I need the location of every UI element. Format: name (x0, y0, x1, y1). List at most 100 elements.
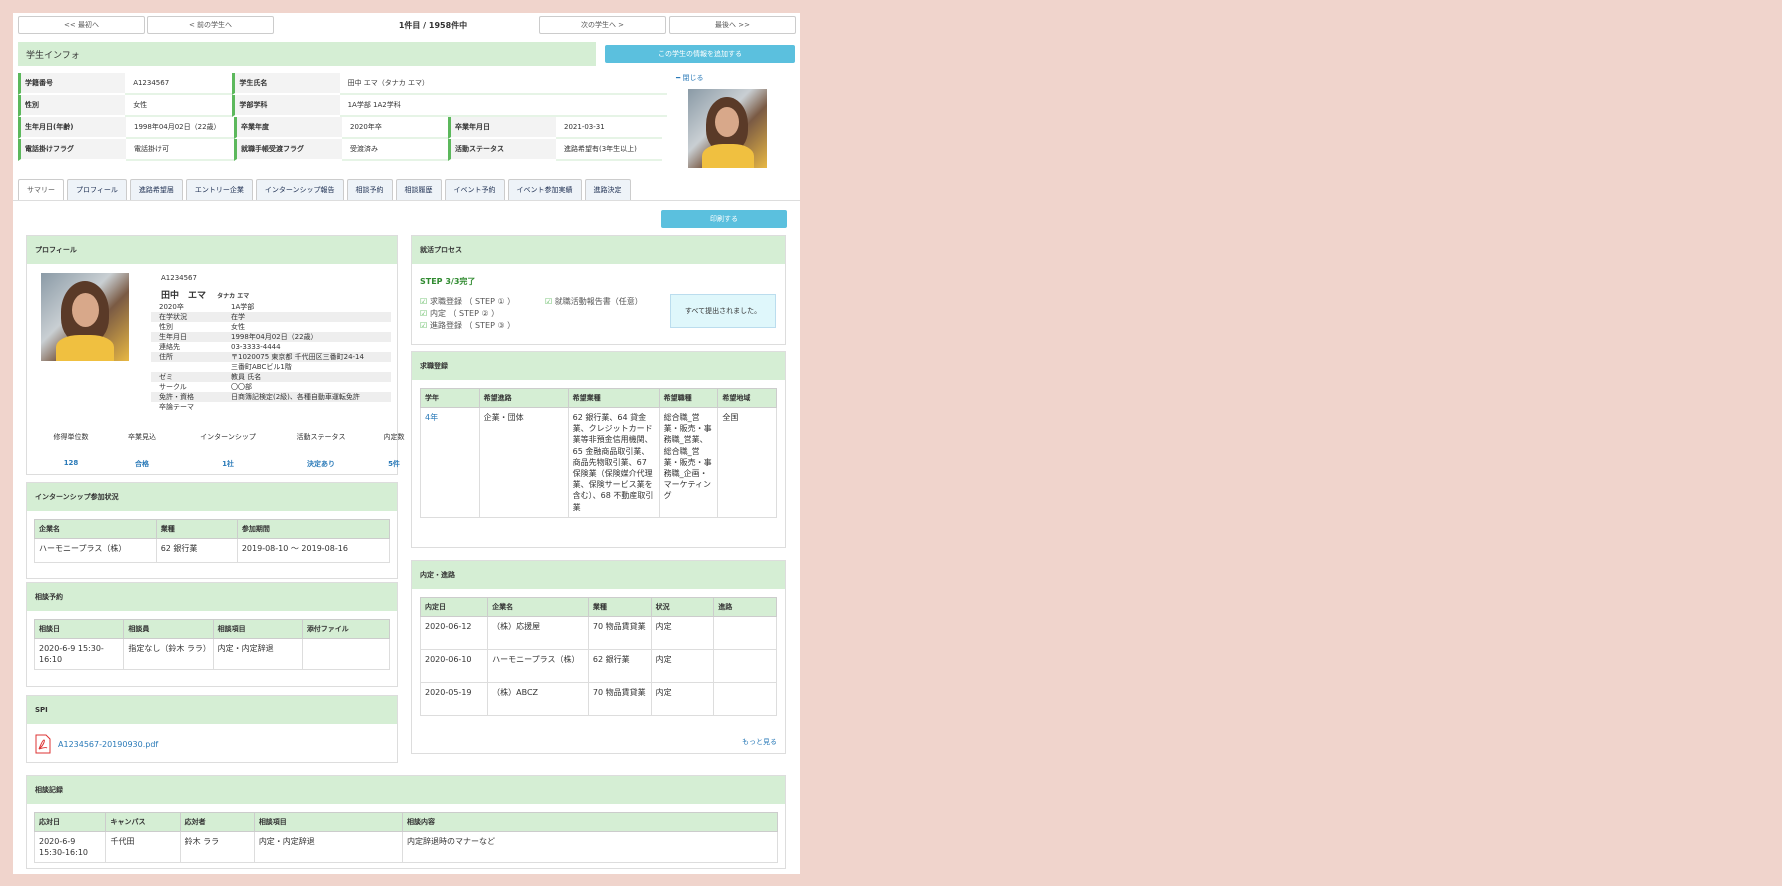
table-cell: （株）応援屋 (487, 616, 589, 650)
profile-row: 三番町ABCビル1階 (151, 362, 391, 372)
stat-value[interactable]: 1社 (179, 459, 277, 469)
process-item: ☑ 内定 （ STEP ② ） (420, 308, 515, 320)
tab-0[interactable]: サマリー (18, 179, 64, 200)
profile-name: 田中 エマ (161, 291, 207, 301)
column-header: 業種 (587, 597, 652, 617)
info-label: 学籍番号 (18, 73, 126, 95)
tab-7[interactable]: イベント予約 (444, 179, 505, 200)
column-header: 応対日 (33, 812, 107, 832)
print-button[interactable]: 印刷する (661, 210, 787, 228)
column-header: 学年 (420, 388, 480, 408)
table-cell[interactable]: 4年 (420, 407, 480, 518)
table-cell: （株）ABCZ (487, 682, 589, 716)
info-value: 2021-03-31 (556, 117, 662, 139)
consult-reservation-table: 相談日 相談員 相談項目 添付ファイル 2020-6-9 15:30-16:10 指定なし… (33, 619, 391, 671)
info-row: 生年月日(年齢) 1998年04月02日（22歳） 卒業年度 2020年卒 卒業年月日 2… (18, 117, 667, 139)
stat-label: 修得単位数 (53, 433, 89, 441)
info-value: A1234567 (125, 73, 233, 95)
table-cell: 2020-06-12 (419, 616, 489, 650)
last-button[interactable]: 最後へ >> (669, 16, 796, 34)
profile-key (151, 362, 231, 372)
table-cell: 全国 (717, 407, 777, 518)
tab-1[interactable]: プロフィール (67, 179, 127, 200)
column-header: 相談項目 (212, 619, 303, 639)
table-cell: 2020-05-19 (419, 682, 489, 716)
more-link[interactable]: もっと見る (742, 737, 777, 747)
tab-6[interactable]: 相談履歴 (395, 179, 442, 200)
table-cell: 総合職_営業・販売・事務職_営業、総合職_営業・販売・事務職_企画・マーケティン… (658, 407, 719, 518)
process-item-label: 求職登録 （ STEP ① ） (429, 297, 516, 306)
page: << 最初へ < 前の学生へ 1件目 / 1958件中 次の学生へ > 最後へ … (13, 13, 800, 874)
offer-table: 内定日 企業名 業種 状況 進路 2020-06-12 （株）応援屋 70 物品賃貸業 内定 20… (419, 597, 777, 716)
info-label: 卒業年度 (234, 117, 342, 139)
table-header-row: 内定日 企業名 業種 状況 進路 (419, 597, 777, 617)
profile-row: 卒論テーマ (151, 402, 391, 412)
column-header: キャンパス (105, 812, 181, 832)
profile-key: 免許・資格 (159, 393, 194, 401)
table-header-row: 学年 希望進路 希望業種 希望職種 希望地域 (420, 388, 777, 408)
table-cell (713, 649, 777, 683)
info-label: 生年月日(年齢) (18, 117, 126, 139)
page-title: 学生インフォ (18, 42, 596, 66)
profile-stats: 修得単位数 128 卒業見込 合格 インターンシップ 1社 活動ステータス 決定あり 内定数 5件 (37, 432, 423, 469)
profile-key: 性別 (159, 323, 173, 331)
table-row: 2020-6-9 15:30-16:10 千代田 鈴木 ララ 内定・内定辞退 内定辞退時… (33, 830, 778, 864)
internship-table: 企業名 業種 参加期間 ハーモニープラス（株） 62 銀行業 2019-08-10 ～ 2… (34, 519, 391, 563)
profile-val: 1A学部 (231, 303, 255, 311)
profile-row: 連絡先 03-3333-4444 (151, 342, 391, 352)
check-icon: ☑ (420, 297, 430, 306)
record-counter: 1件目 / 1958件中 (398, 21, 468, 30)
stat-value[interactable]: 128 (37, 459, 105, 467)
profile-key: 在学状況 (159, 313, 187, 321)
close-toggle[interactable]: ━ 閉じる (676, 73, 703, 83)
profile-val: 三番町ABCビル1階 (231, 363, 292, 371)
profile-val: 〇〇部 (231, 383, 252, 391)
spi-panel: SPI A1234567-20190930.pdf (26, 695, 398, 763)
first-button[interactable]: << 最初へ (18, 16, 145, 34)
table-cell: 70 物品賃貸業 (587, 616, 652, 650)
process-title: 就活プロセス (412, 236, 785, 264)
info-label: 就職手帳受渡フラグ (234, 139, 342, 161)
spi-file-link[interactable]: A1234567-20190930.pdf (35, 734, 158, 754)
table-cell: 62 銀行業 (587, 649, 652, 683)
tab-8[interactable]: イベント参加実績 (507, 179, 582, 200)
stat-item: インターンシップ 1社 (179, 432, 277, 469)
job-registration-title: 求職登録 (412, 352, 785, 380)
column-header: 相談内容 (402, 812, 778, 832)
stat-value[interactable]: 合格 (105, 459, 179, 469)
column-header: 応対者 (179, 812, 255, 832)
info-value: 1998年04月02日（22歳） (126, 117, 234, 139)
tab-2[interactable]: 進路希望届 (129, 179, 183, 200)
info-value: 進路希望有(3年生以上) (556, 139, 662, 161)
prev-button[interactable]: < 前の学生へ (147, 16, 274, 34)
stat-value[interactable]: 決定あり (277, 459, 365, 469)
column-header: 相談項目 (253, 812, 404, 832)
next-button[interactable]: 次の学生へ > (539, 16, 666, 34)
column-header: 相談日 (33, 619, 125, 639)
profile-key: 2020卒 (159, 303, 184, 311)
add-info-button[interactable]: この学生の情報を追加する (605, 45, 795, 63)
tab-3[interactable]: エントリー企業 (185, 179, 253, 200)
process-steps: ☑ 求職登録 （ STEP ① ） ☑ 内定 （ STEP ② ） ☑ 進路登録 （… (420, 296, 515, 332)
close-label: 閉じる (682, 74, 704, 82)
stat-item: 卒業見込 合格 (105, 432, 179, 469)
table-header-row: 企業名 業種 参加期間 (34, 519, 391, 539)
profile-key: ゼミ (159, 373, 173, 381)
column-header: 内定日 (419, 597, 489, 617)
column-header: 希望地域 (717, 388, 777, 408)
table-cell: 千代田 (105, 830, 181, 864)
profile-kana: タナカ エマ (217, 293, 250, 300)
internship-panel: インターンシップ参加状況 企業名 業種 参加期間 ハーモニープラス（株） 62 銀行業 2… (26, 482, 398, 579)
table-cell: 2020-6-9 15:30-16:10 (33, 830, 107, 864)
info-label: 卒業年月日 (448, 117, 556, 139)
tab-5[interactable]: 相談予約 (346, 179, 393, 200)
profile-details: 2020卒 1A学部 在学状況 在学 性別 女性 生年月日 1998年04月02日（22歳）連… (151, 302, 391, 412)
info-value: 1A学部 1A2学科 (339, 95, 667, 117)
table-row: 4年 企業・団体 62 銀行業、64 貸金業、クレジットカード業等非預金信用機関、6… (420, 407, 777, 518)
tab-4[interactable]: インターンシップ報告 (255, 179, 344, 200)
tab-9[interactable]: 進路決定 (584, 179, 631, 200)
info-value: 受渡済み (342, 139, 448, 161)
profile-row: 生年月日 1998年04月02日（22歳） (151, 332, 391, 342)
stat-label: 卒業見込 (128, 433, 156, 441)
profile-val: 女性 (231, 323, 245, 331)
